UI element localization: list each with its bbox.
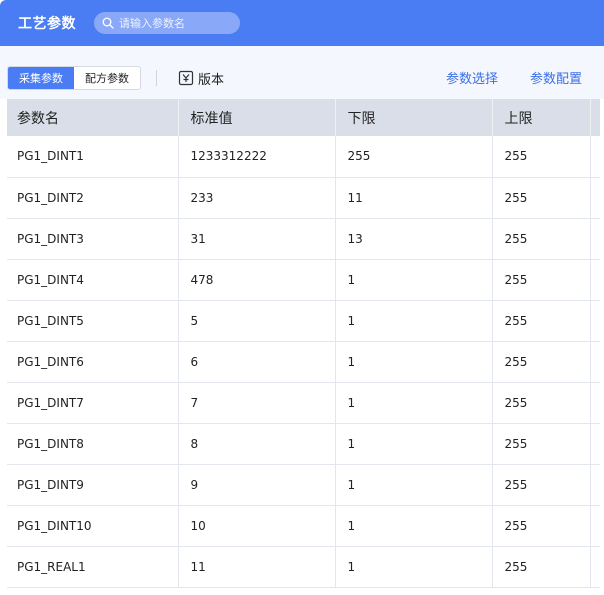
column-header-lower[interactable]: 下限 — [335, 99, 493, 136]
table-row[interactable]: PG1_DINT9 9 1 255 — [7, 464, 600, 506]
table-row[interactable]: PG1_DINT4 478 1 255 — [7, 259, 600, 301]
tab-recipe-params[interactable]: 配方参数 — [74, 67, 140, 89]
cell-lower-limit: 1 — [335, 464, 493, 506]
cell-upper-limit: 255 — [492, 505, 591, 547]
cell-upper-limit: 255 — [492, 341, 591, 383]
scrollbar-gutter-cell — [590, 177, 600, 219]
page-title: 工艺参数 — [18, 16, 76, 32]
cell-param-name: PG1_DINT3 — [7, 218, 179, 260]
table-row[interactable]: PG1_DINT2 233 11 255 — [7, 177, 600, 219]
cell-standard-value: 10 — [178, 505, 336, 547]
cell-param-name: PG1_DINT2 — [7, 177, 179, 219]
search-icon — [102, 17, 114, 29]
version-label: 版本 — [198, 72, 225, 88]
scrollbar-gutter-cell — [590, 136, 600, 178]
scrollbar-gutter-cell — [590, 505, 600, 547]
cell-lower-limit: 255 — [335, 136, 493, 178]
scrollbar-gutter-cell — [590, 300, 600, 342]
cell-upper-limit: 255 — [492, 218, 591, 260]
column-header-upper[interactable]: 上限 — [492, 99, 591, 136]
cell-upper-limit: 255 — [492, 300, 591, 342]
table-header-row: 参数名 标准值 下限 上限 — [7, 99, 600, 136]
table-row[interactable]: PG1_DINT8 8 1 255 — [7, 423, 600, 465]
cell-standard-value: 7 — [178, 382, 336, 424]
cell-upper-limit: 255 — [492, 177, 591, 219]
table-row[interactable]: PG1_DINT6 6 1 255 — [7, 341, 600, 383]
table-row[interactable]: PG1_REAL1 11 1 255 — [7, 546, 600, 588]
param-type-tabs: 采集参数 配方参数 — [7, 66, 141, 90]
cell-upper-limit: 255 — [492, 464, 591, 506]
cell-param-name: PG1_DINT5 — [7, 300, 179, 342]
cell-standard-value: 11 — [178, 546, 336, 588]
cell-param-name: PG1_DINT9 — [7, 464, 179, 506]
cell-lower-limit: 13 — [335, 218, 493, 260]
cell-standard-value: 9 — [178, 464, 336, 506]
scrollbar-gutter-cell — [590, 341, 600, 383]
cell-standard-value: 31 — [178, 218, 336, 260]
scrollbar-gutter-cell — [590, 218, 600, 260]
cell-lower-limit: 11 — [335, 177, 493, 219]
page-header: 工艺参数 — [0, 0, 604, 46]
table-row[interactable]: PG1_DINT5 5 1 255 — [7, 300, 600, 342]
column-header-name[interactable]: 参数名 — [7, 99, 179, 136]
cell-standard-value: 5 — [178, 300, 336, 342]
search-input[interactable] — [119, 13, 229, 33]
param-select-link[interactable]: 参数选择 — [446, 68, 498, 87]
params-table-container[interactable]: 参数名 标准值 下限 上限 PG1_DINT1 1233312222 255 255 P… — [7, 99, 600, 595]
version-icon — [178, 70, 194, 86]
cell-param-name: PG1_REAL1 — [7, 546, 179, 588]
search-box[interactable] — [94, 12, 240, 34]
cell-upper-limit: 255 — [492, 546, 591, 588]
cell-param-name: PG1_DINT1 — [7, 136, 179, 178]
cell-standard-value: 1233312222 — [178, 136, 336, 178]
cell-upper-limit: 255 — [492, 259, 591, 301]
scrollbar-gutter-cell — [590, 423, 600, 465]
cell-standard-value: 8 — [178, 423, 336, 465]
cell-upper-limit: 255 — [492, 423, 591, 465]
toolbar: 采集参数 配方参数 版本 参数选择 参数配置 — [0, 46, 604, 99]
toolbar-divider — [156, 70, 157, 86]
scrollbar-gutter-cell — [590, 382, 600, 424]
cell-lower-limit: 1 — [335, 382, 493, 424]
cell-lower-limit: 1 — [335, 259, 493, 301]
cell-param-name: PG1_DINT4 — [7, 259, 179, 301]
cell-param-name: PG1_DINT6 — [7, 341, 179, 383]
table-body: PG1_DINT1 1233312222 255 255 PG1_DINT2 233 11 2… — [7, 136, 600, 588]
scrollbar-gutter-cell — [590, 259, 600, 301]
params-table: 参数名 标准值 下限 上限 PG1_DINT1 1233312222 255 255 P… — [7, 99, 600, 588]
cell-param-name: PG1_DINT7 — [7, 382, 179, 424]
param-config-link[interactable]: 参数配置 — [530, 68, 582, 87]
column-header-standard[interactable]: 标准值 — [178, 99, 336, 136]
cell-param-name: PG1_DINT8 — [7, 423, 179, 465]
cell-param-name: PG1_DINT10 — [7, 505, 179, 547]
cell-upper-limit: 255 — [492, 136, 591, 178]
scrollbar-gutter — [590, 99, 600, 136]
scrollbar-gutter-cell — [590, 464, 600, 506]
table-row[interactable]: PG1_DINT3 31 13 255 — [7, 218, 600, 260]
cell-standard-value: 6 — [178, 341, 336, 383]
scrollbar-gutter-cell — [590, 546, 600, 588]
table-row[interactable]: PG1_DINT7 7 1 255 — [7, 382, 600, 424]
tab-collect-params[interactable]: 采集参数 — [8, 67, 74, 89]
cell-lower-limit: 1 — [335, 300, 493, 342]
cell-lower-limit: 1 — [335, 341, 493, 383]
version-button[interactable]: 版本 — [178, 67, 224, 89]
table-row[interactable]: PG1_DINT1 1233312222 255 255 — [7, 136, 600, 178]
cell-upper-limit: 255 — [492, 382, 591, 424]
cell-standard-value: 478 — [178, 259, 336, 301]
table-row[interactable]: PG1_DINT10 10 1 255 — [7, 505, 600, 547]
cell-lower-limit: 1 — [335, 546, 493, 588]
cell-standard-value: 233 — [178, 177, 336, 219]
cell-lower-limit: 1 — [335, 423, 493, 465]
cell-lower-limit: 1 — [335, 505, 493, 547]
